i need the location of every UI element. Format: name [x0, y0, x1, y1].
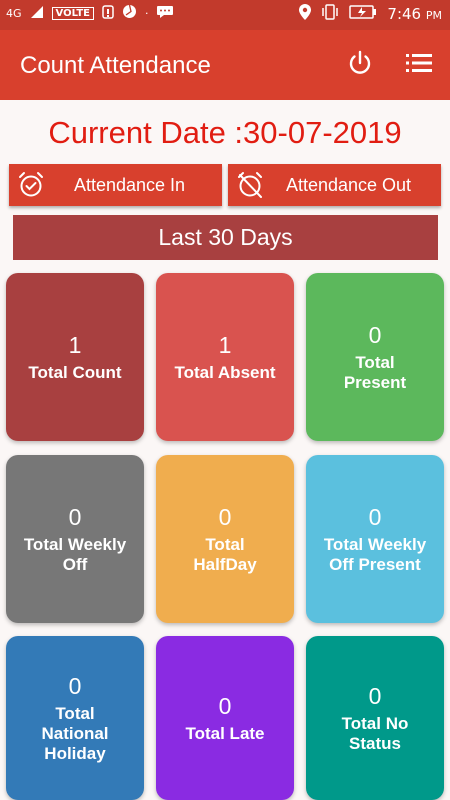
stat-card-total-halfday[interactable]: 0 Total HalfDay	[156, 455, 294, 623]
alarm-off-icon	[236, 171, 264, 199]
stat-label: Total No Status	[341, 713, 409, 753]
stat-value: 0	[368, 682, 382, 709]
stat-card-total-no-status[interactable]: 0 Total No Status	[306, 636, 444, 800]
status-right: 7:46 PM	[299, 4, 442, 24]
attendance-in-label: Attendance In	[73, 174, 186, 195]
period-banner: Last 30 Days	[13, 215, 438, 260]
notification-icon	[102, 4, 114, 22]
alarm-check-icon	[17, 171, 45, 199]
stat-card-total-late[interactable]: 0 Total Late	[156, 636, 294, 800]
clock-ampm: PM	[425, 9, 442, 22]
attendance-out-label: Attendance Out	[285, 174, 412, 195]
chat-icon	[156, 5, 174, 22]
battery-icon	[349, 5, 377, 23]
stat-label: Total Absent	[174, 362, 276, 382]
current-date: Current Date :30-07-2019	[48, 115, 402, 150]
status-bar: 4G VOLTE · 7:46 PM	[0, 0, 450, 30]
attendance-in-button[interactable]: Attendance In	[9, 164, 222, 206]
stat-card-total-weekly-off[interactable]: 0 Total Weekly Off	[6, 455, 144, 623]
signal-icon	[30, 5, 44, 22]
dot-icon: ·	[144, 6, 149, 20]
app-title: Count Attendance	[20, 52, 211, 79]
aperture-icon	[122, 4, 137, 22]
clock-time: 7:46	[387, 5, 422, 23]
stat-value: 0	[368, 503, 382, 530]
stat-label: Total HalfDay	[193, 534, 257, 574]
stat-value: 0	[368, 321, 382, 348]
menu-list-icon[interactable]	[404, 48, 434, 78]
stat-card-total-present[interactable]: 0 Total Present	[306, 273, 444, 441]
app-bar: Count Attendance	[0, 30, 450, 100]
network-type: 4G	[6, 6, 22, 20]
stat-value: 0	[218, 503, 232, 530]
stat-label: Total Weekly Off	[23, 534, 127, 574]
stat-card-total-weekly-off-present[interactable]: 0 Total Weekly Off Present	[306, 455, 444, 623]
stat-value: 1	[218, 331, 232, 358]
volte-badge: VOLTE	[51, 6, 94, 20]
stat-card-total-count[interactable]: 1 Total Count	[6, 273, 144, 441]
stat-card-total-national-holiday[interactable]: 0 Total National Holiday	[6, 636, 144, 800]
stat-label: Total Late	[185, 723, 265, 743]
clock: 7:46 PM	[387, 5, 442, 23]
power-icon[interactable]	[345, 48, 375, 78]
stat-label: Total Weekly Off Present	[323, 534, 427, 574]
stat-card-total-absent[interactable]: 1 Total Absent	[156, 273, 294, 441]
stat-label: Total Present	[343, 352, 407, 392]
stat-value: 1	[68, 331, 82, 358]
stat-value: 0	[68, 503, 82, 530]
location-icon	[299, 4, 312, 24]
stat-value: 0	[68, 672, 82, 699]
stat-value: 0	[218, 692, 232, 719]
attendance-out-button[interactable]: Attendance Out	[228, 164, 441, 206]
stat-label: Total National Holiday	[41, 703, 109, 763]
status-left: 4G VOLTE ·	[6, 4, 174, 22]
vibrate-icon	[321, 4, 339, 24]
stat-label: Total Count	[28, 362, 122, 382]
